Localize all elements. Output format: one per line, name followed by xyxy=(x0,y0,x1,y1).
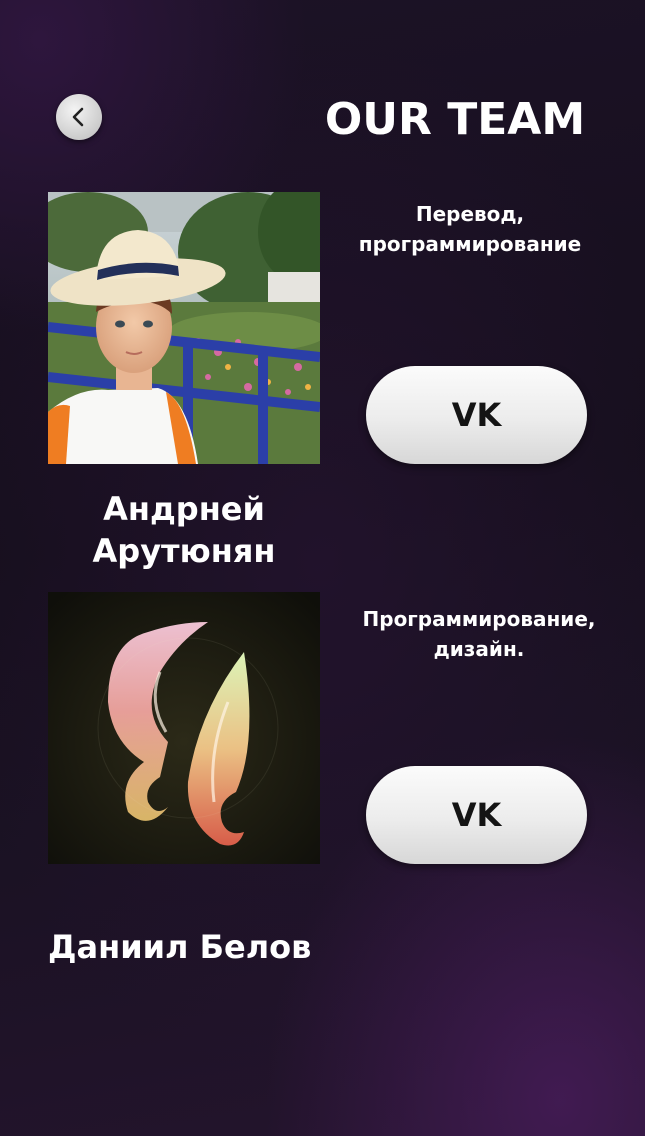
vk-link-label: VK xyxy=(451,396,502,434)
member-photo xyxy=(48,592,320,864)
member-role: Перевод, программирование xyxy=(358,202,582,256)
member-photo xyxy=(48,192,320,464)
vk-link-label: VK xyxy=(451,796,502,834)
page-title: OUR TEAM xyxy=(324,94,586,145)
vk-link-button[interactable]: VK xyxy=(366,366,587,464)
member-name: Андрней Арутюнян xyxy=(92,490,276,570)
vk-link-button[interactable]: VK xyxy=(366,766,587,864)
chevron-left-icon xyxy=(72,107,84,127)
back-button[interactable] xyxy=(56,94,102,140)
member-role: Программирование, дизайн. xyxy=(362,607,596,661)
member-name: Даниил Белов xyxy=(48,928,312,966)
